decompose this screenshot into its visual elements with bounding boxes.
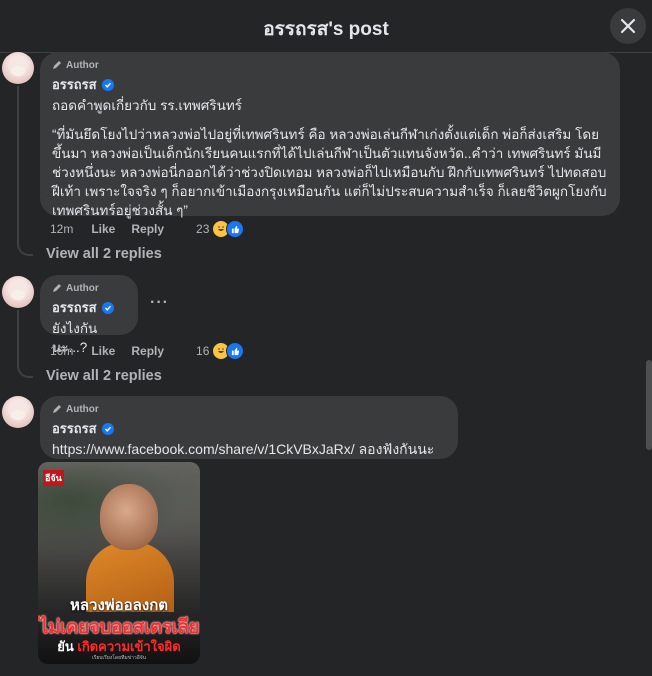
- author-badge: Author: [52, 58, 608, 72]
- like-button[interactable]: Like: [91, 344, 115, 358]
- thumbnail-credit: เรียบเรียงโดยทีมข่าวอีจัน: [91, 655, 147, 661]
- reply-button[interactable]: Reply: [131, 222, 164, 236]
- like-button[interactable]: Like: [91, 222, 115, 236]
- view-replies-link[interactable]: View all 2 replies: [46, 368, 162, 384]
- comment-timestamp[interactable]: 12m: [50, 222, 73, 236]
- reaction-summary[interactable]: 23: [196, 220, 245, 238]
- author-badge-label: Author: [66, 282, 99, 294]
- attached-video-thumbnail[interactable]: อีจัน หลวงพ่ออลงกต ไม่เคยจบออสเตรเลีย ยั…: [38, 462, 200, 664]
- comment-link[interactable]: https://www.facebook.com/share/v/1CkVBxJ…: [52, 441, 355, 457]
- pen-icon: [53, 61, 61, 69]
- author-badge-label: Author: [66, 403, 99, 415]
- commenter-name[interactable]: อรรถรส: [52, 74, 97, 95]
- view-replies-link[interactable]: View all 2 replies: [46, 246, 162, 262]
- comment-line: ถอดคำพูดเกี่ยวกับ รร.เทพศรินทร์: [52, 98, 242, 113]
- commenter-name[interactable]: อรรถรส: [52, 418, 97, 439]
- verified-badge-icon: [101, 301, 114, 314]
- dialog-header: อรรถรส's post: [0, 0, 652, 53]
- thread-connector: [17, 236, 33, 256]
- caption-3-prefix: ยัน: [57, 639, 78, 654]
- reaction-count: 16: [196, 344, 210, 358]
- comment-quote: “ที่มันยึดโยงไปว่าหลวงพ่อไปอยู่ที่เทพศริ…: [52, 127, 607, 218]
- close-button[interactable]: [610, 8, 646, 44]
- comment-bubble: Author อรรถรส ยังไงกันนะ...?: [40, 275, 138, 355]
- thread-connector: [17, 358, 33, 378]
- comment-bubble: Author อรรถรส https://www.facebook.com/s…: [40, 396, 458, 459]
- like-reaction-icon: [226, 342, 245, 360]
- comment-text: ถอดคำพูดเกี่ยวกับ รร.เทพศรินทร์ “ที่มันย…: [52, 96, 608, 220]
- more-options-icon[interactable]: ···: [150, 294, 169, 312]
- author-badge: Author: [52, 281, 126, 295]
- verified-badge-icon: [101, 78, 114, 91]
- reaction-summary[interactable]: 16: [196, 342, 245, 360]
- pen-icon: [53, 284, 61, 292]
- reply-button[interactable]: Reply: [131, 344, 164, 358]
- verified-badge-icon: [101, 422, 114, 435]
- like-reaction-icon: [226, 220, 245, 238]
- avatar[interactable]: [2, 52, 34, 84]
- comment-actions: 16m Like Reply 16: [50, 342, 245, 360]
- thread-line: [17, 86, 19, 246]
- comment-timestamp[interactable]: 16m: [50, 344, 73, 358]
- dialog-title: อรรถรส's post: [263, 19, 389, 40]
- author-badge: Author: [52, 402, 446, 416]
- pen-icon: [53, 405, 61, 413]
- close-icon: [620, 18, 636, 34]
- comment-text: https://www.facebook.com/share/v/1CkVBxJ…: [52, 440, 446, 459]
- comment-bubble: Author อรรถรส ถอดคำพูดเกี่ยวกับ รร.เทพศร…: [40, 52, 620, 218]
- channel-tag: อีจัน: [43, 470, 64, 486]
- caption-3-highlight: เกิดความเข้าใจผิด: [77, 639, 181, 654]
- reaction-count: 23: [196, 222, 210, 236]
- commenter-name[interactable]: อรรถรส: [52, 297, 97, 318]
- avatar[interactable]: [2, 276, 34, 308]
- comment-text-after-link: ลองฟังกันนะ: [354, 441, 435, 457]
- scrollbar[interactable]: [646, 360, 652, 450]
- monk-portrait: [86, 484, 174, 612]
- comment-actions: 12m Like Reply 23: [50, 220, 245, 238]
- avatar[interactable]: [2, 396, 34, 428]
- author-badge-label: Author: [66, 59, 99, 71]
